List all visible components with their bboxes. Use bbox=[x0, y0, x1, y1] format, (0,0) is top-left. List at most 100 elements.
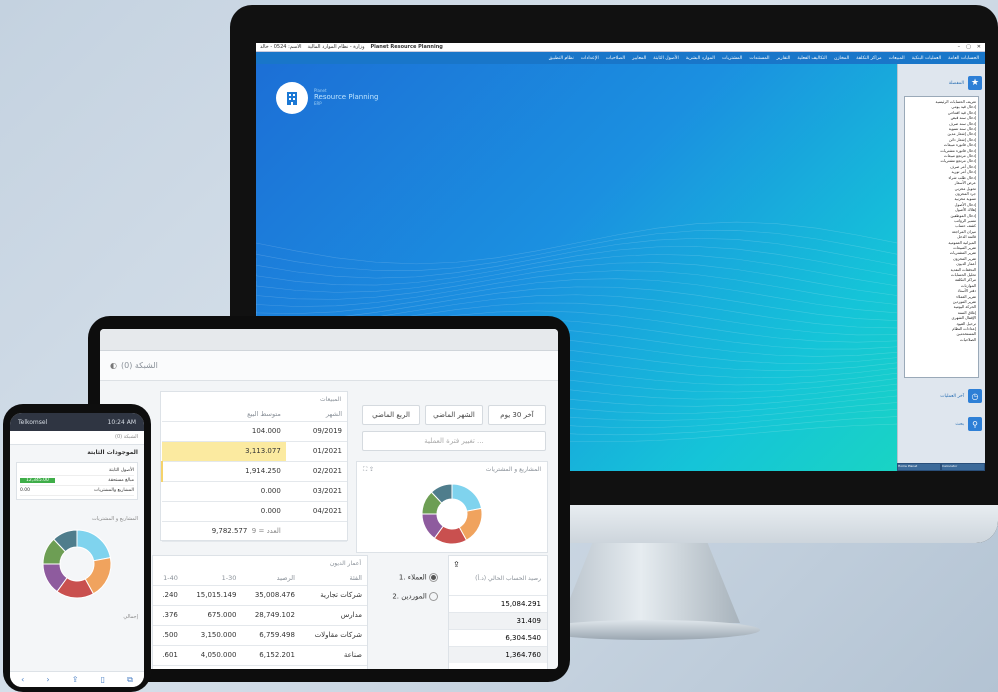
phone-status-bar: Telkomsel 10:24 AM bbox=[10, 413, 144, 431]
radio-customers[interactable]: 1. العملاء bbox=[372, 573, 438, 582]
donut-chart bbox=[421, 483, 483, 545]
table-row[interactable]: 0.000 03/2021 bbox=[162, 481, 347, 502]
menu-item[interactable]: المبيعات bbox=[889, 56, 905, 61]
radio-suppliers-button[interactable] bbox=[429, 592, 438, 601]
menu-item[interactable]: المخازن bbox=[834, 56, 849, 61]
breadcrumb-text: الشبكة (0) bbox=[120, 361, 158, 370]
table-cell: 4,050.000 bbox=[182, 645, 242, 666]
menu-item[interactable]: التكاليف الفعلية bbox=[797, 56, 827, 61]
table-row[interactable]: 3,113.077 01/2021 bbox=[162, 441, 347, 462]
menu-item[interactable]: التقارير bbox=[777, 56, 791, 61]
pie-chart-icon: ◐ bbox=[110, 361, 117, 370]
clock-icon: ◷ bbox=[968, 389, 982, 403]
tablet-top-bar bbox=[100, 329, 558, 351]
row-month: 04/2021 bbox=[285, 501, 347, 522]
menu-item[interactable]: الموارد البشرية bbox=[686, 56, 715, 61]
period-last-30-days[interactable]: آخر 30 يوم bbox=[488, 405, 546, 425]
table-row[interactable]: .240 15,015.149 35,008.476 شركات تجارية bbox=[153, 585, 367, 606]
taskbar-item[interactable]: Home Planet bbox=[898, 464, 940, 470]
table-row[interactable]: .376 675.000 28,749.102 مدارس bbox=[153, 605, 367, 626]
logo-sub-text: ERP bbox=[314, 101, 322, 106]
menu-item[interactable]: العمليات البنكية bbox=[912, 56, 941, 61]
column-header[interactable]: 1-40 bbox=[153, 571, 183, 586]
tablet-screen: ◐ الشبكة (0) المبيعات متوسط البيع الشهر 1… bbox=[100, 329, 558, 669]
customer-type-radio-group: 1. العملاء 2. الموردين bbox=[372, 555, 438, 669]
row-value: 0.000 bbox=[162, 481, 286, 502]
menu-item[interactable]: مراكز التكلفة bbox=[856, 56, 881, 61]
donut-title: المشاريع و المشتريات bbox=[485, 466, 541, 473]
bookmarks-icon[interactable]: ▯ bbox=[101, 675, 105, 684]
period-last-quarter[interactable]: الربع الماضي bbox=[362, 405, 420, 425]
tabs-icon[interactable]: ⧉ bbox=[127, 675, 133, 685]
period-last-month[interactable]: الشهر الماضي bbox=[425, 405, 483, 425]
maximize-button[interactable]: ▢ bbox=[966, 44, 971, 50]
tablet-device: ◐ الشبكة (0) المبيعات متوسط البيع الشهر 1… bbox=[88, 316, 570, 682]
menu-item[interactable]: الحسابات العامة bbox=[948, 56, 979, 61]
phone-chart-title: المشاريع و المشتريات bbox=[91, 516, 138, 522]
donut-slice[interactable] bbox=[76, 529, 111, 562]
balance-header: رصيد الحساب الحالي (د.أ) bbox=[475, 575, 541, 582]
menu-item[interactable]: الإعدادات bbox=[581, 56, 599, 61]
radio-suppliers-label: 2. الموردين bbox=[392, 592, 427, 601]
count-label: العدد = 9 bbox=[251, 527, 281, 535]
expand-icon[interactable]: ⛶ ⇪ bbox=[363, 466, 374, 474]
close-button[interactable]: ✕ bbox=[977, 44, 981, 50]
balance-value: 6,304.540 bbox=[449, 629, 547, 646]
table-row[interactable]: 104.000 09/2019 bbox=[162, 421, 347, 442]
table-row[interactable]: 0.000 04/2021 bbox=[162, 501, 347, 522]
list-item[interactable]: الأصول الثابتة bbox=[20, 466, 134, 476]
aging-title: أعمار الديون bbox=[329, 560, 361, 567]
menu-item[interactable]: المستندات bbox=[749, 56, 769, 61]
share-icon[interactable]: ⇪ bbox=[449, 556, 547, 573]
radio-customers-button[interactable] bbox=[429, 573, 438, 582]
phone-section-title: الموجودات الثابتة bbox=[87, 449, 138, 456]
balance-card: ⇪ رصيد الحساب الحالي (د.أ) 15,084.291 31.… bbox=[448, 555, 548, 669]
balance-value: 1,364.760 bbox=[449, 646, 547, 663]
star-icon[interactable]: ★ bbox=[968, 76, 982, 90]
back-icon[interactable]: ‹ bbox=[21, 675, 24, 684]
table-cell: 6,759.498 bbox=[241, 625, 300, 646]
menu-item[interactable]: نظام التطبيق bbox=[549, 56, 574, 61]
minimize-button[interactable]: – bbox=[958, 44, 961, 50]
table-cell: 35,008.476 bbox=[241, 585, 300, 606]
table-cell: 675.000 bbox=[182, 605, 242, 626]
menu-item[interactable]: المعايير bbox=[632, 56, 646, 61]
menu-item[interactable]: الأصول الثابتة bbox=[653, 56, 679, 61]
donut-slice[interactable] bbox=[451, 483, 483, 512]
forward-icon[interactable]: › bbox=[46, 675, 49, 684]
app-logo-text: Planet Resource Planning ERP bbox=[314, 88, 378, 106]
table-row[interactable]: .500 3,150.000 6,759.498 شركات مقاولات bbox=[153, 625, 367, 646]
titlebar-app-title: وزارة - نظام الموارد المالية bbox=[307, 44, 365, 50]
table-row[interactable]: .601 4,050.000 6,152.201 صناعة bbox=[153, 645, 367, 666]
period-filter-input[interactable]: تغيير فترة العملية ... bbox=[362, 431, 546, 451]
menu-item[interactable]: الصلاحيات bbox=[606, 56, 625, 61]
favorite-item[interactable]: الصلاحيات bbox=[907, 337, 976, 342]
window-titlebar: الاسم: 0524 - خالد وزارة - نظام الموارد … bbox=[256, 43, 985, 52]
favorites-label: المفضلة bbox=[948, 80, 964, 86]
monthly-table: متوسط البيع الشهر 104.000 09/2019 3,113.077… bbox=[161, 407, 347, 542]
favorites-list[interactable]: تعريف الحسابات الرئيسية إدخال قيد يومي إدخ… bbox=[904, 96, 979, 378]
taskbar-item[interactable]: Calculator bbox=[942, 464, 984, 470]
search-button[interactable]: بحث ⚲ bbox=[902, 416, 982, 432]
list-item-label: الأصول الثابتة bbox=[108, 468, 134, 473]
radio-suppliers[interactable]: 2. الموردين bbox=[372, 592, 438, 601]
list-item[interactable]: 0.00 المشاريع والمشتريات bbox=[20, 486, 134, 496]
aging-table: 1-40 1-30 الرصيد الفئة .240 15,015.149 35,008.… bbox=[153, 571, 367, 666]
balance-value: 31.409 bbox=[449, 612, 547, 629]
recent-label: آخر العمليات bbox=[940, 393, 964, 399]
table-row[interactable]: 1,914.250 02/2021 bbox=[161, 461, 347, 482]
column-header[interactable]: الرصيد bbox=[241, 571, 300, 586]
row-month: 01/2021 bbox=[285, 441, 347, 462]
wave-line bbox=[256, 262, 897, 300]
menu-item[interactable]: المشتريات bbox=[722, 56, 742, 61]
share-icon[interactable]: ⇪ bbox=[72, 675, 79, 684]
donut-chart-card: ⛶ ⇪ المشاريع و المشتريات bbox=[356, 461, 548, 553]
recent-operations-button[interactable]: آخر العمليات ◷ bbox=[902, 388, 982, 404]
column-header[interactable]: الفئة bbox=[299, 571, 367, 586]
column-header[interactable]: 1-30 bbox=[182, 571, 242, 586]
phone-summary-card: الأصول الثابتة 12,345.00 مبالغ مستحقة 0.00 ا… bbox=[16, 462, 138, 500]
main-menubar: الحسابات العامة العمليات البنكية المبيعات م… bbox=[256, 52, 985, 64]
list-item[interactable]: 12,345.00 مبالغ مستحقة bbox=[20, 476, 134, 486]
clock-text: 10:24 AM bbox=[107, 418, 136, 426]
table-cell: 6,152.201 bbox=[241, 645, 300, 666]
